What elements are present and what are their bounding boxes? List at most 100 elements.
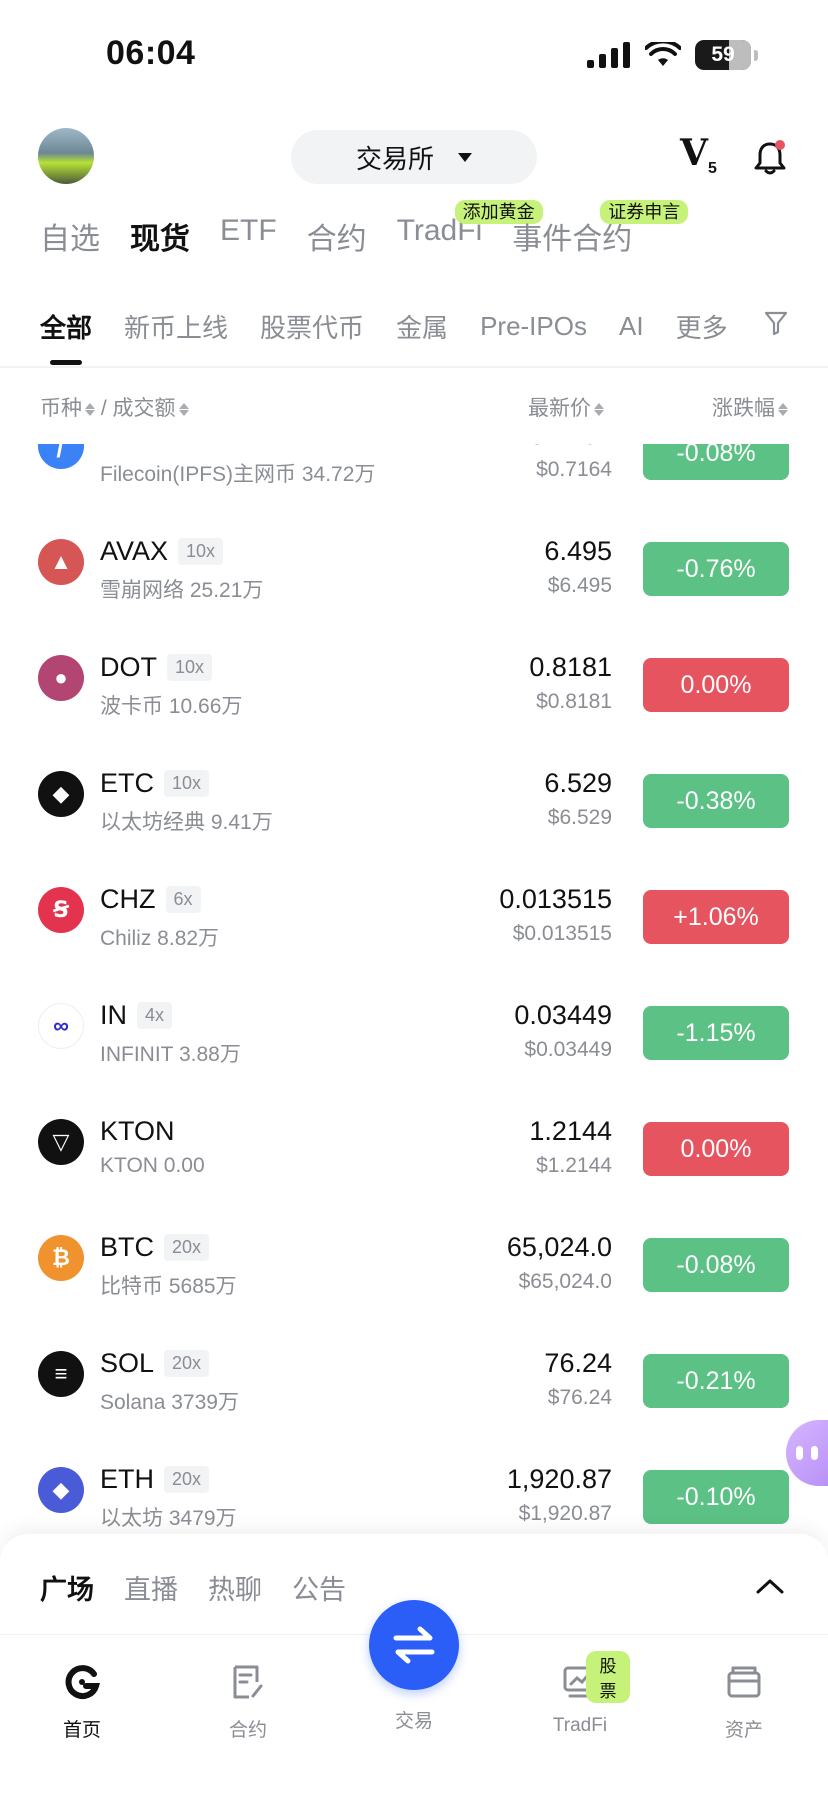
market-row[interactable]: ≡ SOL 20x Solana 3739万 76.24 $76.24 -0.21… <box>0 1314 828 1430</box>
nav-tradfi[interactable]: 股票 TradFi <box>530 1651 630 1737</box>
polkadot-icon: ● <box>38 655 84 701</box>
market-row[interactable]: ∞ IN 4x INFINIT 3.88万 0.03449 $0.03449 -1… <box>0 966 828 1082</box>
market-row[interactable]: ◆ ETH 20x 以太坊 3479万 1,920.87 $1,920.87 -0… <box>0 1430 828 1536</box>
nav-contracts-label: 合约 <box>228 1720 267 1741</box>
market-row[interactable]: ● DOT 10x 波卡币 10.66万 0.8181 $0.8181 0.00% <box>0 618 828 734</box>
category-tabs: 全部 新币上线 股票代币 金属 Pre-IPOs AI 更多 <box>40 308 788 365</box>
leverage-badge: 10x <box>164 770 210 797</box>
nav-assets[interactable]: 资产 <box>694 1657 794 1742</box>
change-badge[interactable]: +1.06% <box>643 890 789 944</box>
coin-symbol-wrap: IN 4x <box>100 1000 173 1031</box>
usd-price: $1,920.87 <box>518 1502 612 1525</box>
home-icon <box>65 1665 100 1700</box>
market-row[interactable]: ▲ AVAX 10x 雪崩网络 25.21万 6.495 $6.495 -0.76… <box>0 502 828 618</box>
coin-symbol: BTC <box>100 1232 154 1262</box>
subtab-pre-ipos[interactable]: Pre-IPOs <box>480 311 587 342</box>
tab-spot[interactable]: 现货 <box>130 214 190 258</box>
subtab-all[interactable]: 全部 <box>40 308 92 365</box>
change-badge[interactable]: 0.00% <box>643 658 789 712</box>
wifi-icon <box>645 42 681 66</box>
trade-button[interactable] <box>369 1600 459 1690</box>
change-badge[interactable]: -0.21% <box>643 1354 789 1408</box>
column-header: 币种 / 成交额 最新价 涨跌幅 <box>40 392 788 424</box>
change-badge[interactable]: -0.08% <box>643 1238 789 1292</box>
last-price: 65,024.0 <box>506 1232 612 1262</box>
change-badge[interactable]: -0.10% <box>643 1470 789 1524</box>
change-badge[interactable]: 0.00% <box>643 1122 789 1176</box>
coin-symbol-wrap: KTON <box>100 1116 175 1147</box>
nav-assets-label: 资产 <box>724 1720 763 1741</box>
coin-subtitle: 比特币 5685万 <box>100 1275 237 1298</box>
swap-arrows-icon <box>393 1626 435 1664</box>
filter-icon[interactable] <box>764 310 788 336</box>
tab-event-contracts[interactable]: 证券申言 事件合约 <box>512 200 689 258</box>
market-row[interactable]: ▽ KTON KTON 0.00 1.2144 $1.2144 0.00% <box>0 1082 828 1198</box>
subtab-more[interactable]: 更多 <box>676 308 728 345</box>
market-row[interactable]: ƒ FIL Filecoin(IPFS)主网币 34.72万 0.7164 $0… <box>0 444 828 502</box>
subtab-metals[interactable]: 金属 <box>396 308 448 345</box>
avatar[interactable] <box>38 128 94 184</box>
sort-icon <box>778 402 788 417</box>
subtab-new-listings[interactable]: 新币上线 <box>124 308 228 345</box>
exchange-switcher[interactable]: 交易所 <box>291 130 537 184</box>
market-row[interactable]: ₿ BTC 20x 比特币 5685万 65,024.0 $65,024.0 -0… <box>0 1198 828 1314</box>
kton-icon: ▽ <box>38 1119 84 1165</box>
coin-symbol-wrap: FIL <box>100 444 139 451</box>
leverage-badge: 20x <box>164 1234 210 1261</box>
sort-by-change[interactable]: 涨跌幅 <box>712 392 788 422</box>
bell-icon[interactable] <box>754 140 786 176</box>
ethereum-classic-icon: ◆ <box>38 771 84 817</box>
vip-badge[interactable]: V5 <box>680 132 717 178</box>
coin-subtitle: 波卡币 10.66万 <box>100 695 243 718</box>
tab-watchlist[interactable]: 自选 <box>40 214 100 258</box>
tab-etf[interactable]: ETF <box>220 214 277 258</box>
chevron-up-icon[interactable] <box>756 1578 784 1594</box>
usd-price: $6.529 <box>547 806 612 829</box>
community-tab-square[interactable]: 广场 <box>40 1568 94 1607</box>
coin-glyph: ∞ <box>53 1013 69 1038</box>
change-badge[interactable]: -0.08% <box>643 444 789 480</box>
chiliz-icon: Ꞩ <box>38 887 84 933</box>
usd-price: $1.2144 <box>536 1154 612 1177</box>
coin-symbol: FIL <box>100 444 139 451</box>
change-badge[interactable]: -0.38% <box>643 774 789 828</box>
market-row[interactable]: Ꞩ CHZ 6x Chiliz 8.82万 0.013515 $0.013515 … <box>0 850 828 966</box>
tab-label: 现货 <box>130 223 190 256</box>
coin-subtitle: 以太坊 3479万 <box>100 1507 237 1530</box>
tab-label: 事件合约 <box>512 223 633 256</box>
market-list[interactable]: ƒ FIL Filecoin(IPFS)主网币 34.72万 0.7164 $0… <box>0 444 828 1536</box>
filecoin-icon: ƒ <box>38 444 84 469</box>
tab-label: 自选 <box>40 223 100 256</box>
nav-home[interactable]: 首页 <box>32 1657 132 1742</box>
solana-icon: ≡ <box>38 1351 84 1397</box>
last-price: 1.2144 <box>529 1116 612 1146</box>
sort-by-price[interactable]: 最新价 <box>528 392 604 422</box>
tab-tradfi[interactable]: 添加黄金 TradFi <box>397 200 543 258</box>
tab-futures[interactable]: 合约 <box>307 214 367 258</box>
coin-symbol-wrap: BTC 20x <box>100 1232 210 1263</box>
change-badge[interactable]: -1.15% <box>643 1006 789 1060</box>
header: 交易所 V5 <box>0 126 828 186</box>
column-volume[interactable]: 成交额 <box>113 397 176 420</box>
community-tab-live[interactable]: 直播 <box>124 1568 178 1607</box>
market-row[interactable]: ◆ ETC 10x 以太坊经典 9.41万 6.529 $6.529 -0.38% <box>0 734 828 850</box>
divider <box>0 366 828 368</box>
sort-by-coin[interactable]: 币种 / 成交额 <box>40 392 189 422</box>
wallet-icon <box>727 1666 761 1698</box>
community-tab-chat[interactable]: 热聊 <box>208 1568 262 1607</box>
usd-price: $0.013515 <box>512 922 612 945</box>
change-badge[interactable]: -0.76% <box>643 542 789 596</box>
coin-glyph: ƒ <box>54 444 68 458</box>
nav-home-label: 首页 <box>62 1720 101 1741</box>
last-price: 0.03449 <box>514 1000 612 1030</box>
subtab-stock-tokens[interactable]: 股票代币 <box>260 308 364 345</box>
column-separator: / <box>100 397 107 420</box>
community-tab-announcements[interactable]: 公告 <box>292 1568 346 1607</box>
tab-label: ETF <box>220 214 277 247</box>
subtab-ai[interactable]: AI <box>619 311 644 342</box>
nav-contracts[interactable]: 合约 <box>198 1657 298 1742</box>
market-list-content: ƒ FIL Filecoin(IPFS)主网币 34.72万 0.7164 $0… <box>0 444 828 1536</box>
nav-trade-label: 交易 <box>394 1711 433 1732</box>
battery-indicator: 59 <box>695 40 751 70</box>
last-price: 6.529 <box>544 768 612 798</box>
